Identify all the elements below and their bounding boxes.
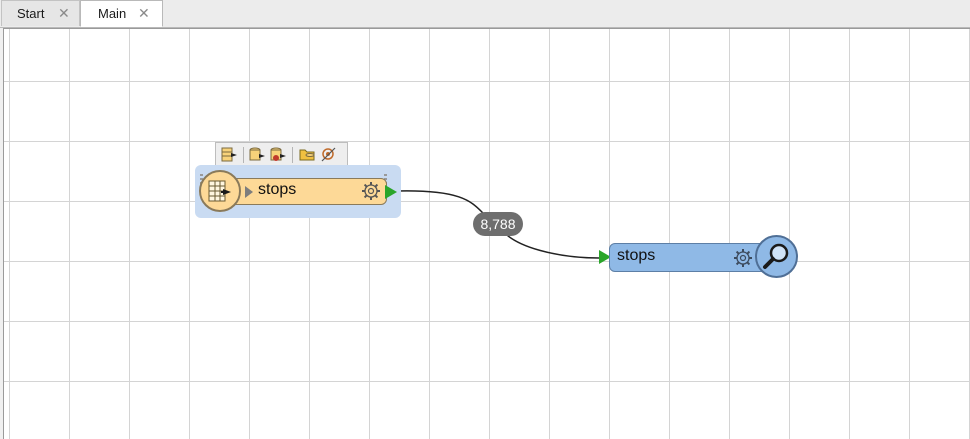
run-from-this-icon[interactable] [249,146,266,163]
inspect-cached-icon[interactable] [320,146,337,163]
output-port[interactable] [385,185,397,199]
table-reader-icon [208,180,231,202]
tab-start[interactable]: Start ✕ [1,0,80,26]
quick-toolbar [215,142,348,166]
run-to-this-icon[interactable] [221,146,238,163]
toolbar-separator [292,147,293,163]
inspector-gear-icon[interactable] [733,248,753,268]
magnifier-icon [763,243,789,269]
reader-circle[interactable] [199,170,241,212]
open-dataset-icon[interactable] [299,146,316,163]
toolbar-separator [243,147,244,163]
inspector-label: stops [617,247,656,264]
workspace-canvas[interactable]: stops 8,788 stops [3,28,970,439]
expand-arrow-icon[interactable] [245,186,253,198]
reader-gear-icon[interactable] [361,181,381,201]
tab-bar: Start ✕ Main ✕ [0,0,970,28]
inspector-circle[interactable] [755,235,798,278]
feature-count-badge[interactable]: 8,788 [473,212,523,236]
reader-label: stops [258,181,297,198]
tab-start-close-icon[interactable]: ✕ [58,5,70,22]
run-partial-icon[interactable] [270,146,287,163]
tab-start-label: Start [17,6,45,21]
tab-main-label: Main [98,6,127,21]
tab-main-close-icon[interactable]: ✕ [138,5,150,22]
tab-main[interactable]: Main ✕ [80,0,163,27]
